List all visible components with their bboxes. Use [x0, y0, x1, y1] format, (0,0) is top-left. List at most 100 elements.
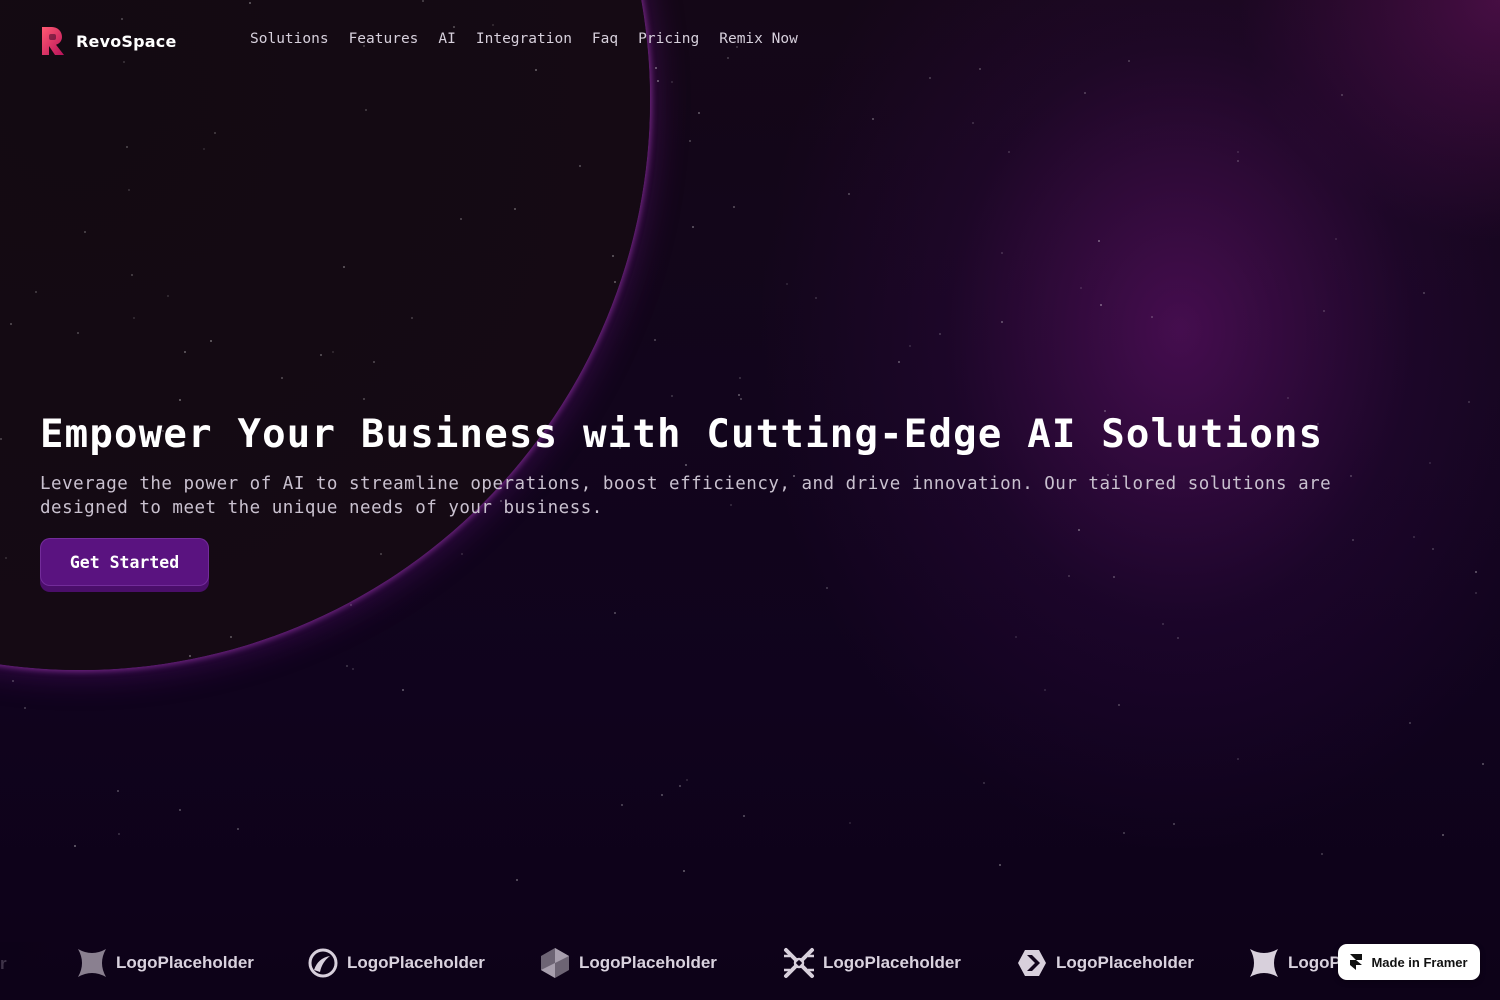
star-dot [1475, 571, 1477, 573]
star-dot [1323, 310, 1325, 312]
star-dot [1113, 576, 1115, 578]
nav-link-pricing[interactable]: Pricing [638, 31, 699, 47]
brand[interactable]: RevoSpace [40, 25, 177, 57]
star-dot [126, 146, 128, 148]
star-dot [84, 231, 86, 233]
star-dot [189, 655, 191, 657]
star-dot [210, 340, 212, 342]
made-in-framer-badge[interactable]: Made in Framer [1338, 944, 1480, 980]
star-dot [249, 2, 251, 4]
nav-link-remix-now[interactable]: Remix Now [719, 31, 798, 47]
star-dot [1128, 60, 1130, 62]
star-dot [133, 317, 135, 319]
star-dot [402, 689, 404, 691]
star-dot [1173, 823, 1175, 825]
get-started-button[interactable]: Get Started [40, 538, 209, 586]
star-dot [698, 112, 700, 114]
star-dot [848, 193, 850, 195]
star-dot [346, 665, 348, 667]
star-dot [1409, 722, 1411, 724]
star-dot [117, 790, 119, 792]
star-dot [203, 148, 205, 150]
star-dot [131, 274, 133, 276]
star-dot [579, 165, 581, 167]
star-dot [972, 122, 974, 124]
star-dot [1068, 575, 1070, 577]
nav-link-ai[interactable]: AI [438, 31, 455, 47]
nav-link-features[interactable]: Features [349, 31, 419, 47]
star-dot [10, 323, 12, 325]
star-dot [453, 26, 455, 28]
star-dot [1352, 539, 1354, 541]
star-dot [1044, 689, 1046, 691]
star-dot [683, 870, 685, 872]
hero-subtitle: Leverage the power of AI to streamline o… [40, 474, 1332, 518]
star-dot [1008, 151, 1010, 153]
star-dot [929, 77, 931, 79]
star-dot [1423, 292, 1425, 294]
logo-label: LogoPlaceholder [823, 953, 961, 972]
brand-name: RevoSpace [76, 31, 177, 51]
star-dot [1468, 401, 1470, 403]
star-dot [1118, 704, 1120, 706]
star-shape-icon [76, 947, 108, 979]
star-dot [657, 80, 659, 82]
star-dot [1001, 321, 1003, 323]
star-dot [654, 339, 656, 341]
star-dot [786, 283, 788, 285]
star-dot [685, 464, 687, 466]
star-dot [1015, 636, 1017, 638]
star-dot [35, 291, 37, 293]
star-dot [1078, 529, 1080, 531]
star-dot [614, 281, 616, 283]
star-dot [743, 815, 745, 817]
star-dot [179, 399, 181, 401]
logo-label: LogoPlaceholder [116, 953, 254, 972]
logo-item: LogoPlaceholder [76, 946, 254, 980]
star-dot [411, 317, 413, 319]
star-dot [179, 809, 181, 811]
star-dot [671, 81, 673, 83]
star-dot [363, 398, 365, 400]
star-dot [74, 845, 76, 847]
star-dot [655, 67, 657, 69]
star-dot [373, 361, 375, 363]
star-dot [1237, 160, 1239, 162]
logo-item: LogoPlaceholder [307, 946, 485, 980]
star-dot [1432, 548, 1434, 550]
star-dot [320, 354, 322, 356]
star-dot [739, 377, 741, 379]
star-dot [230, 636, 232, 638]
star-dot [1237, 151, 1239, 153]
star-dot [214, 132, 216, 134]
star-dot [872, 118, 874, 120]
star-dot [733, 206, 735, 208]
framer-icon [1350, 954, 1363, 970]
star-dot [1151, 316, 1153, 318]
star-dot [686, 779, 688, 781]
star-dot [121, 18, 123, 20]
star-dot [1413, 536, 1415, 538]
nav-link-solutions[interactable]: Solutions [250, 31, 329, 47]
star-dot [909, 345, 911, 347]
star-dot [612, 255, 614, 257]
logo-item: LogoPlaceholder [539, 946, 717, 980]
star-dot [128, 189, 130, 191]
star-dot [671, 395, 673, 397]
star-dot [1084, 92, 1086, 94]
star-dot [514, 208, 516, 210]
nav-link-integration[interactable]: Integration [476, 31, 572, 47]
star-dot [689, 140, 691, 142]
star-dot [123, 61, 125, 63]
x-burst-icon [783, 947, 815, 979]
star-dot [350, 604, 352, 606]
nav-link-faq[interactable]: Faq [592, 31, 618, 47]
star-dot [1475, 592, 1477, 594]
star-dot [118, 833, 120, 835]
star-dot [5, 557, 7, 559]
revospace-logo-icon [42, 27, 64, 55]
star-dot [460, 218, 462, 220]
star-dot [422, 0, 424, 2]
star-dot [1162, 623, 1164, 625]
star-dot [1335, 238, 1337, 240]
